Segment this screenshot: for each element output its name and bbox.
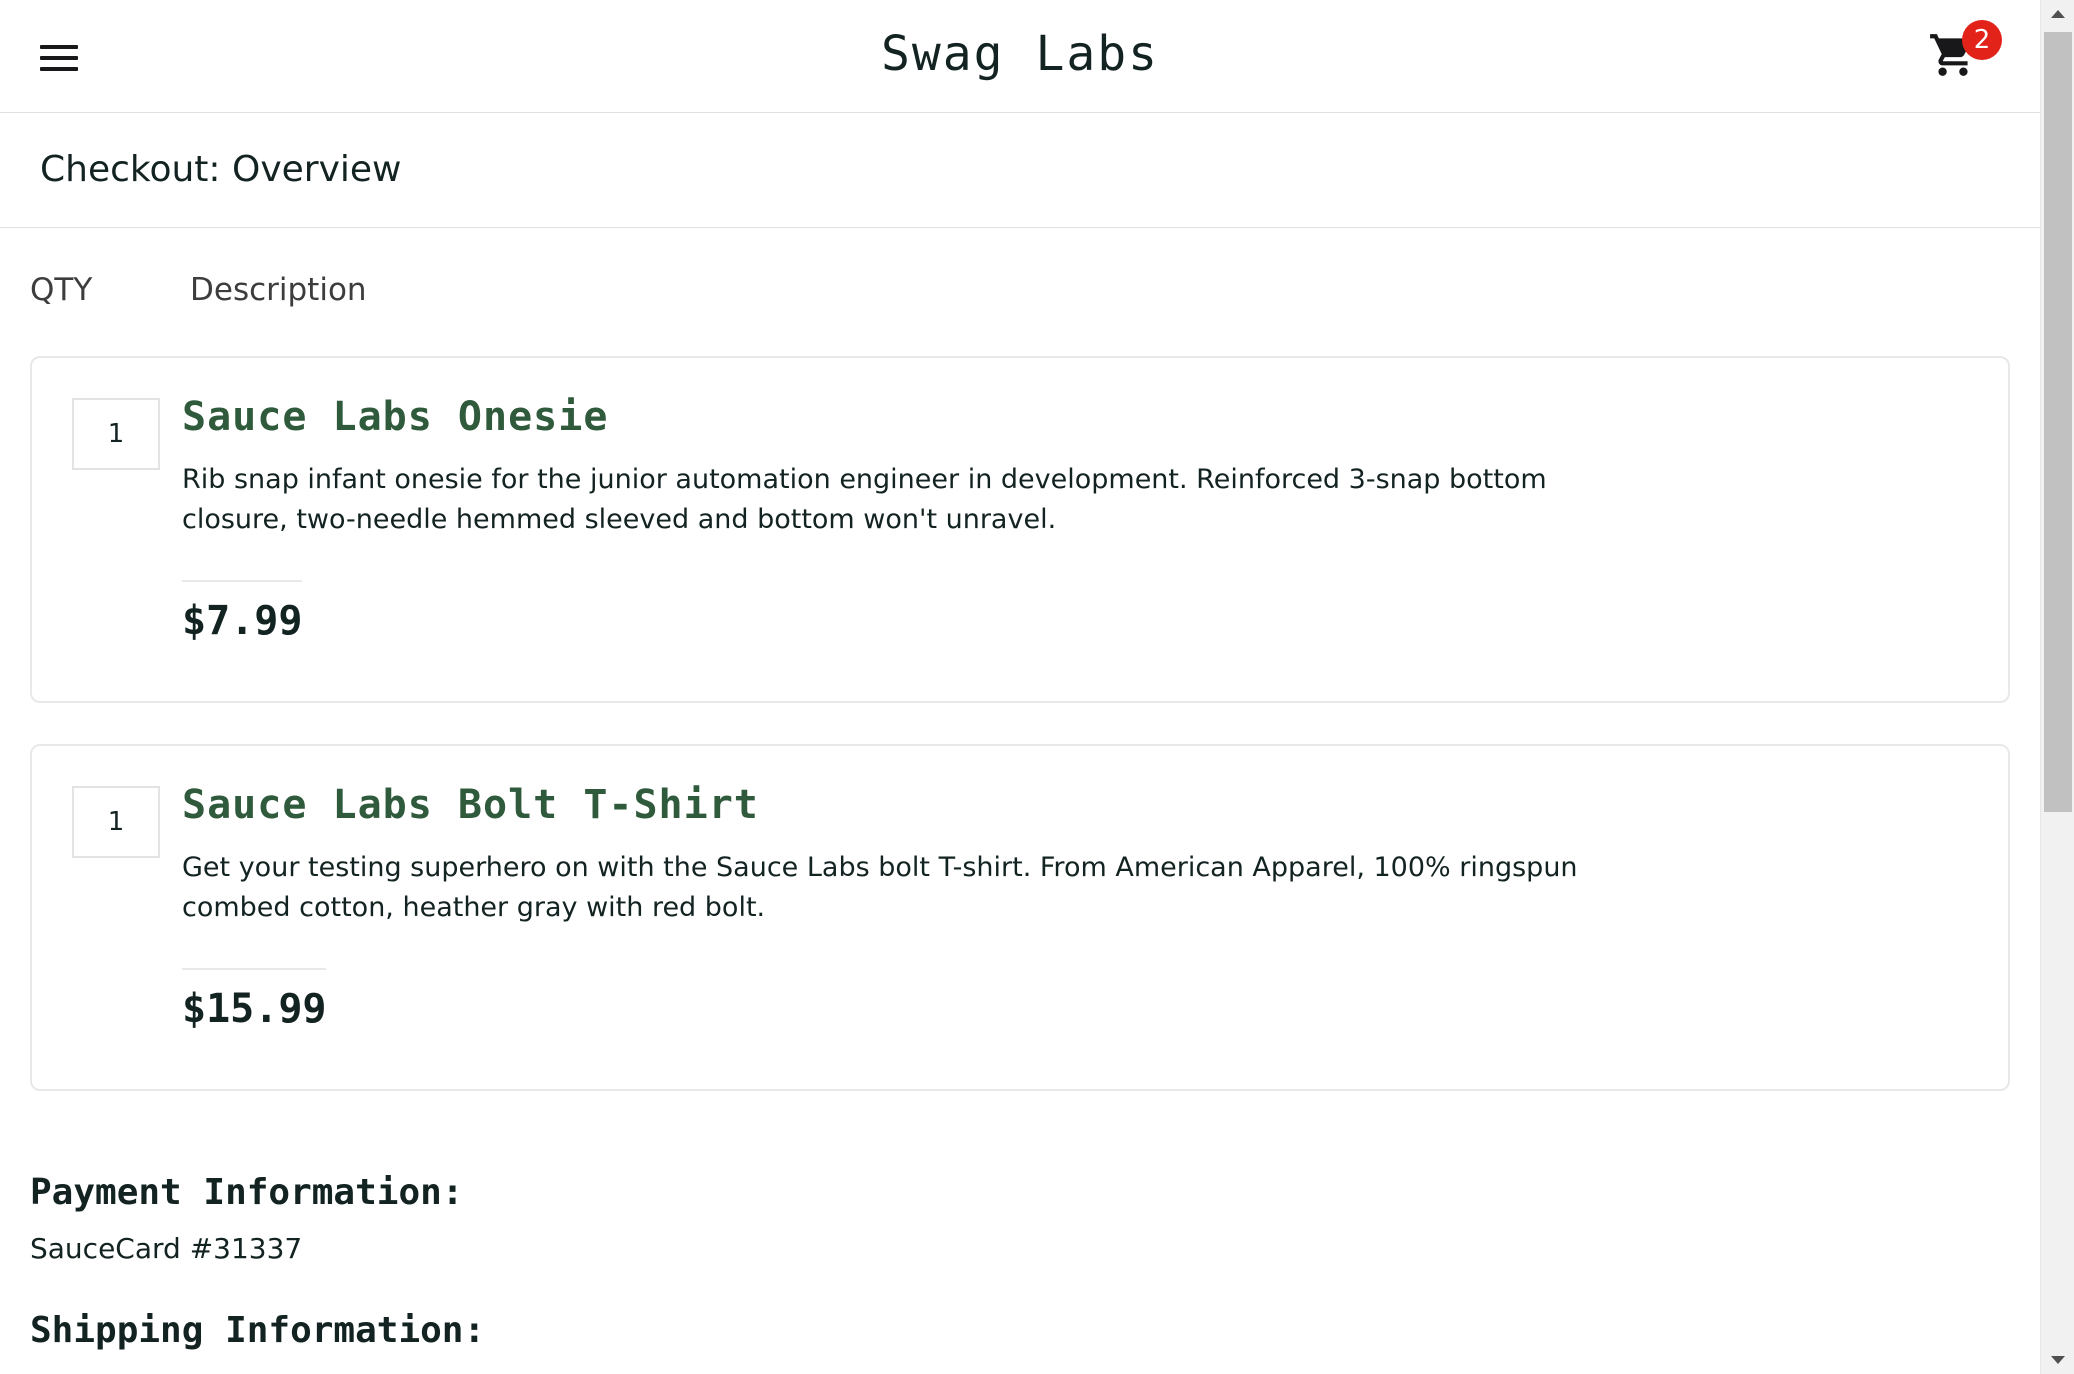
app-logo: Swag Labs [880, 26, 1160, 82]
vertical-scrollbar[interactable] [2040, 0, 2074, 1374]
item-divider [182, 580, 302, 582]
item-name-link[interactable]: Sauce Labs Bolt T-Shirt [182, 782, 759, 828]
payment-info-value: SauceCard #31337 [30, 1232, 303, 1265]
cart-item: 1 Sauce Labs Bolt T-Shirt Get your testi… [30, 744, 2010, 1091]
payment-info-label: Payment Information: [30, 1172, 464, 1213]
page-title: Checkout: Overview [40, 149, 402, 190]
qty-column-label: QTY [30, 272, 93, 308]
secondary-header: Checkout: Overview [0, 113, 2040, 228]
cart-badge: 2 [1962, 20, 2002, 60]
primary-header: Swag Labs 2 [0, 0, 2040, 113]
item-price: $7.99 [182, 598, 303, 644]
shipping-info-label: Shipping Information: [30, 1310, 486, 1351]
shopping-cart-link[interactable]: 2 [1928, 20, 2002, 84]
item-quantity: 1 [72, 786, 160, 858]
scrollbar-thumb[interactable] [2044, 32, 2072, 812]
item-divider [182, 968, 326, 970]
scroll-up-arrow-icon[interactable] [2041, 0, 2074, 30]
description-column-label: Description [190, 272, 367, 308]
item-price: $15.99 [182, 986, 327, 1032]
page-viewport: Swag Labs 2 Checkout: Overview QTY Descr… [0, 0, 2040, 1374]
item-description: Rib snap infant onesie for the junior au… [182, 464, 1547, 535]
scroll-down-arrow-icon[interactable] [2041, 1344, 2074, 1374]
item-quantity: 1 [72, 398, 160, 470]
cart-item: 1 Sauce Labs Onesie Rib snap infant ones… [30, 356, 2010, 703]
item-name-link[interactable]: Sauce Labs Onesie [182, 394, 608, 440]
item-description: Get your testing superhero on with the S… [182, 852, 1578, 923]
